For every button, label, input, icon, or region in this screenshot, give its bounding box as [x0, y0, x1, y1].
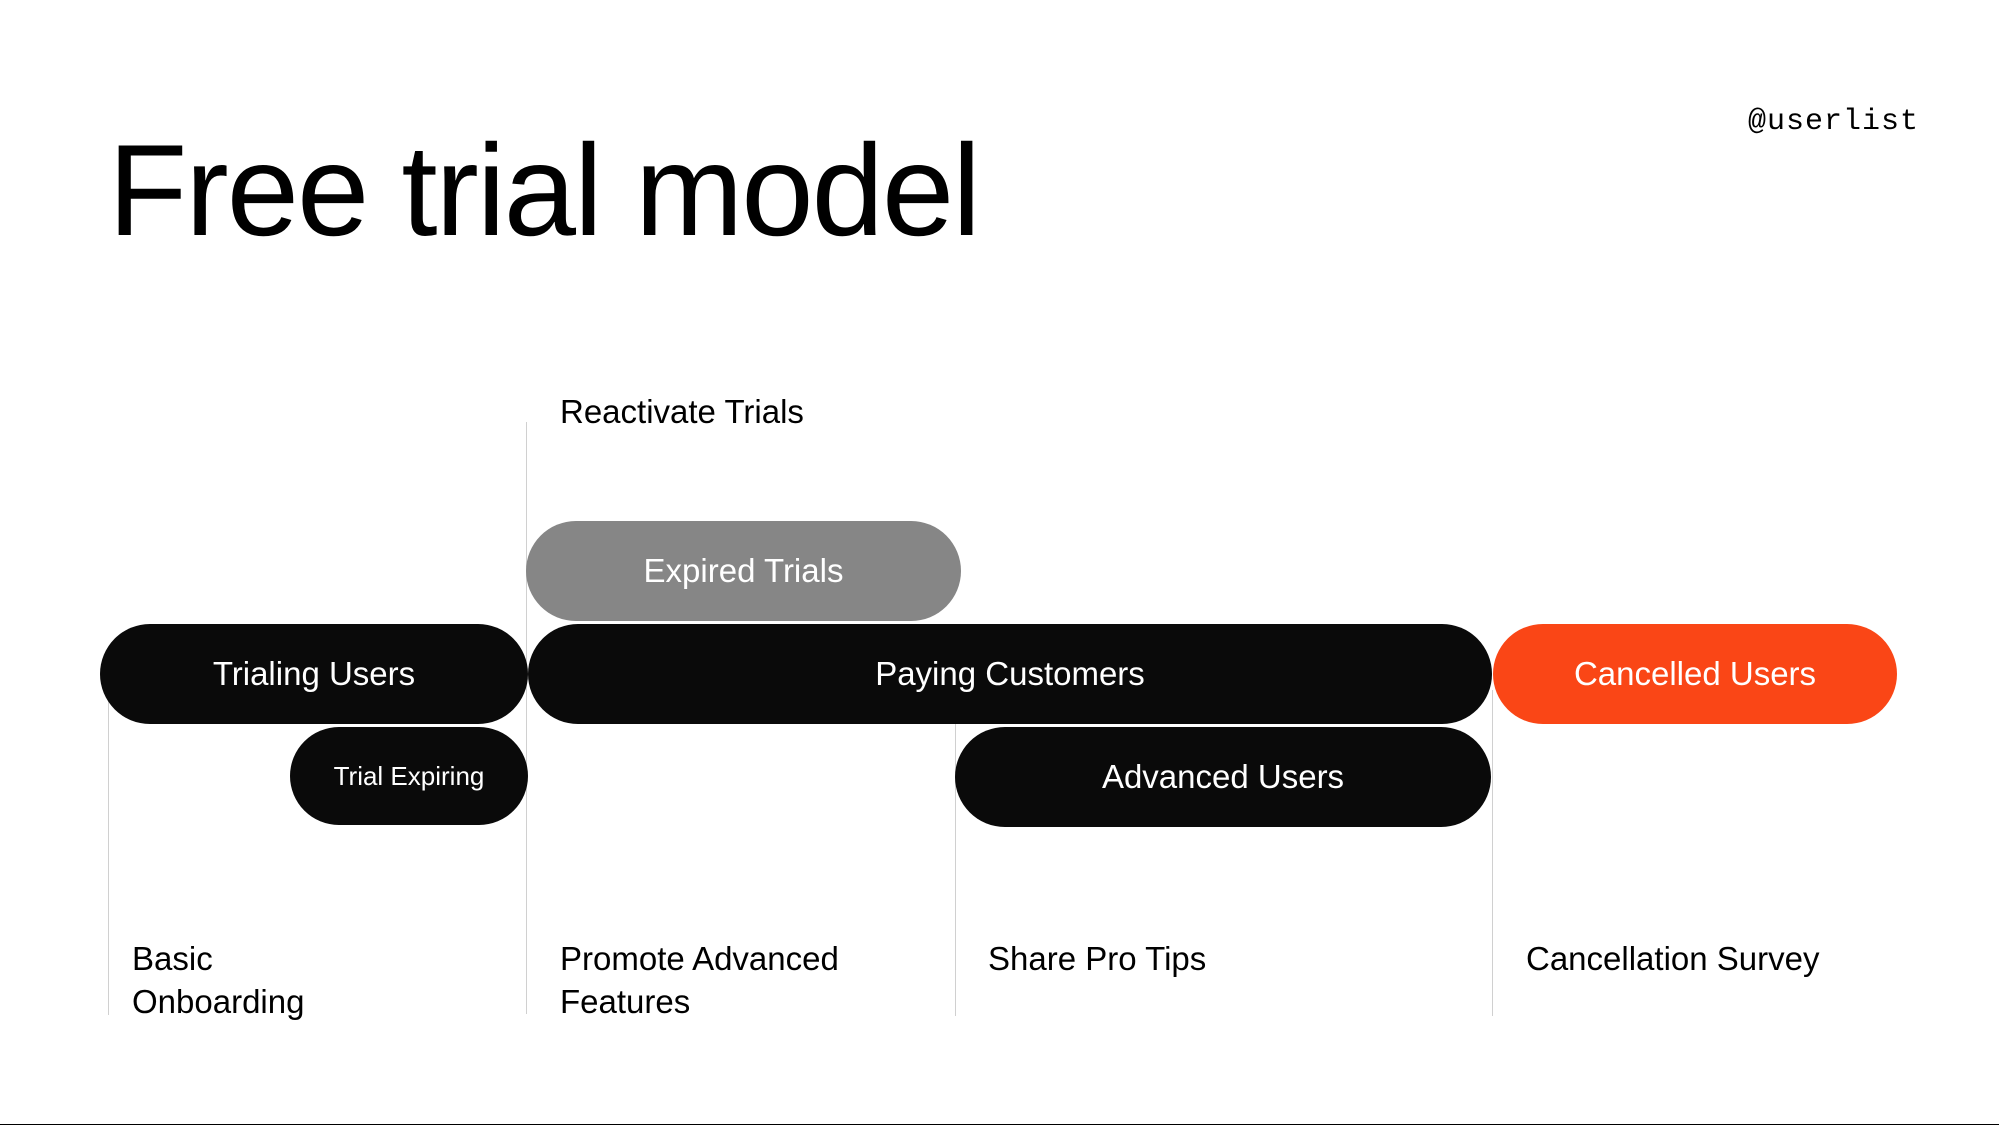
- divider-line: [108, 690, 109, 1015]
- label-reactivate-trials: Reactivate Trials: [560, 393, 804, 431]
- divider-line: [955, 690, 956, 1016]
- pill-paying-customers: Paying Customers: [528, 624, 1492, 724]
- label-basic-onboarding: Basic Onboarding: [132, 938, 372, 1024]
- pill-expired-trials: Expired Trials: [526, 521, 961, 621]
- label-promote-advanced-features: Promote Advanced Features: [560, 938, 890, 1024]
- pill-advanced-users: Advanced Users: [955, 727, 1491, 827]
- pill-cancelled-users: Cancelled Users: [1493, 624, 1897, 724]
- divider-line: [526, 422, 527, 1014]
- pill-trial-expiring: Trial Expiring: [290, 727, 528, 825]
- pill-trialing-users: Trialing Users: [100, 624, 528, 724]
- label-cancellation-survey: Cancellation Survey: [1526, 938, 1866, 981]
- divider-line: [1492, 690, 1493, 1016]
- free-trial-diagram: Reactivate Trials Expired Trials Trialin…: [0, 0, 1999, 1125]
- label-share-pro-tips: Share Pro Tips: [988, 938, 1288, 981]
